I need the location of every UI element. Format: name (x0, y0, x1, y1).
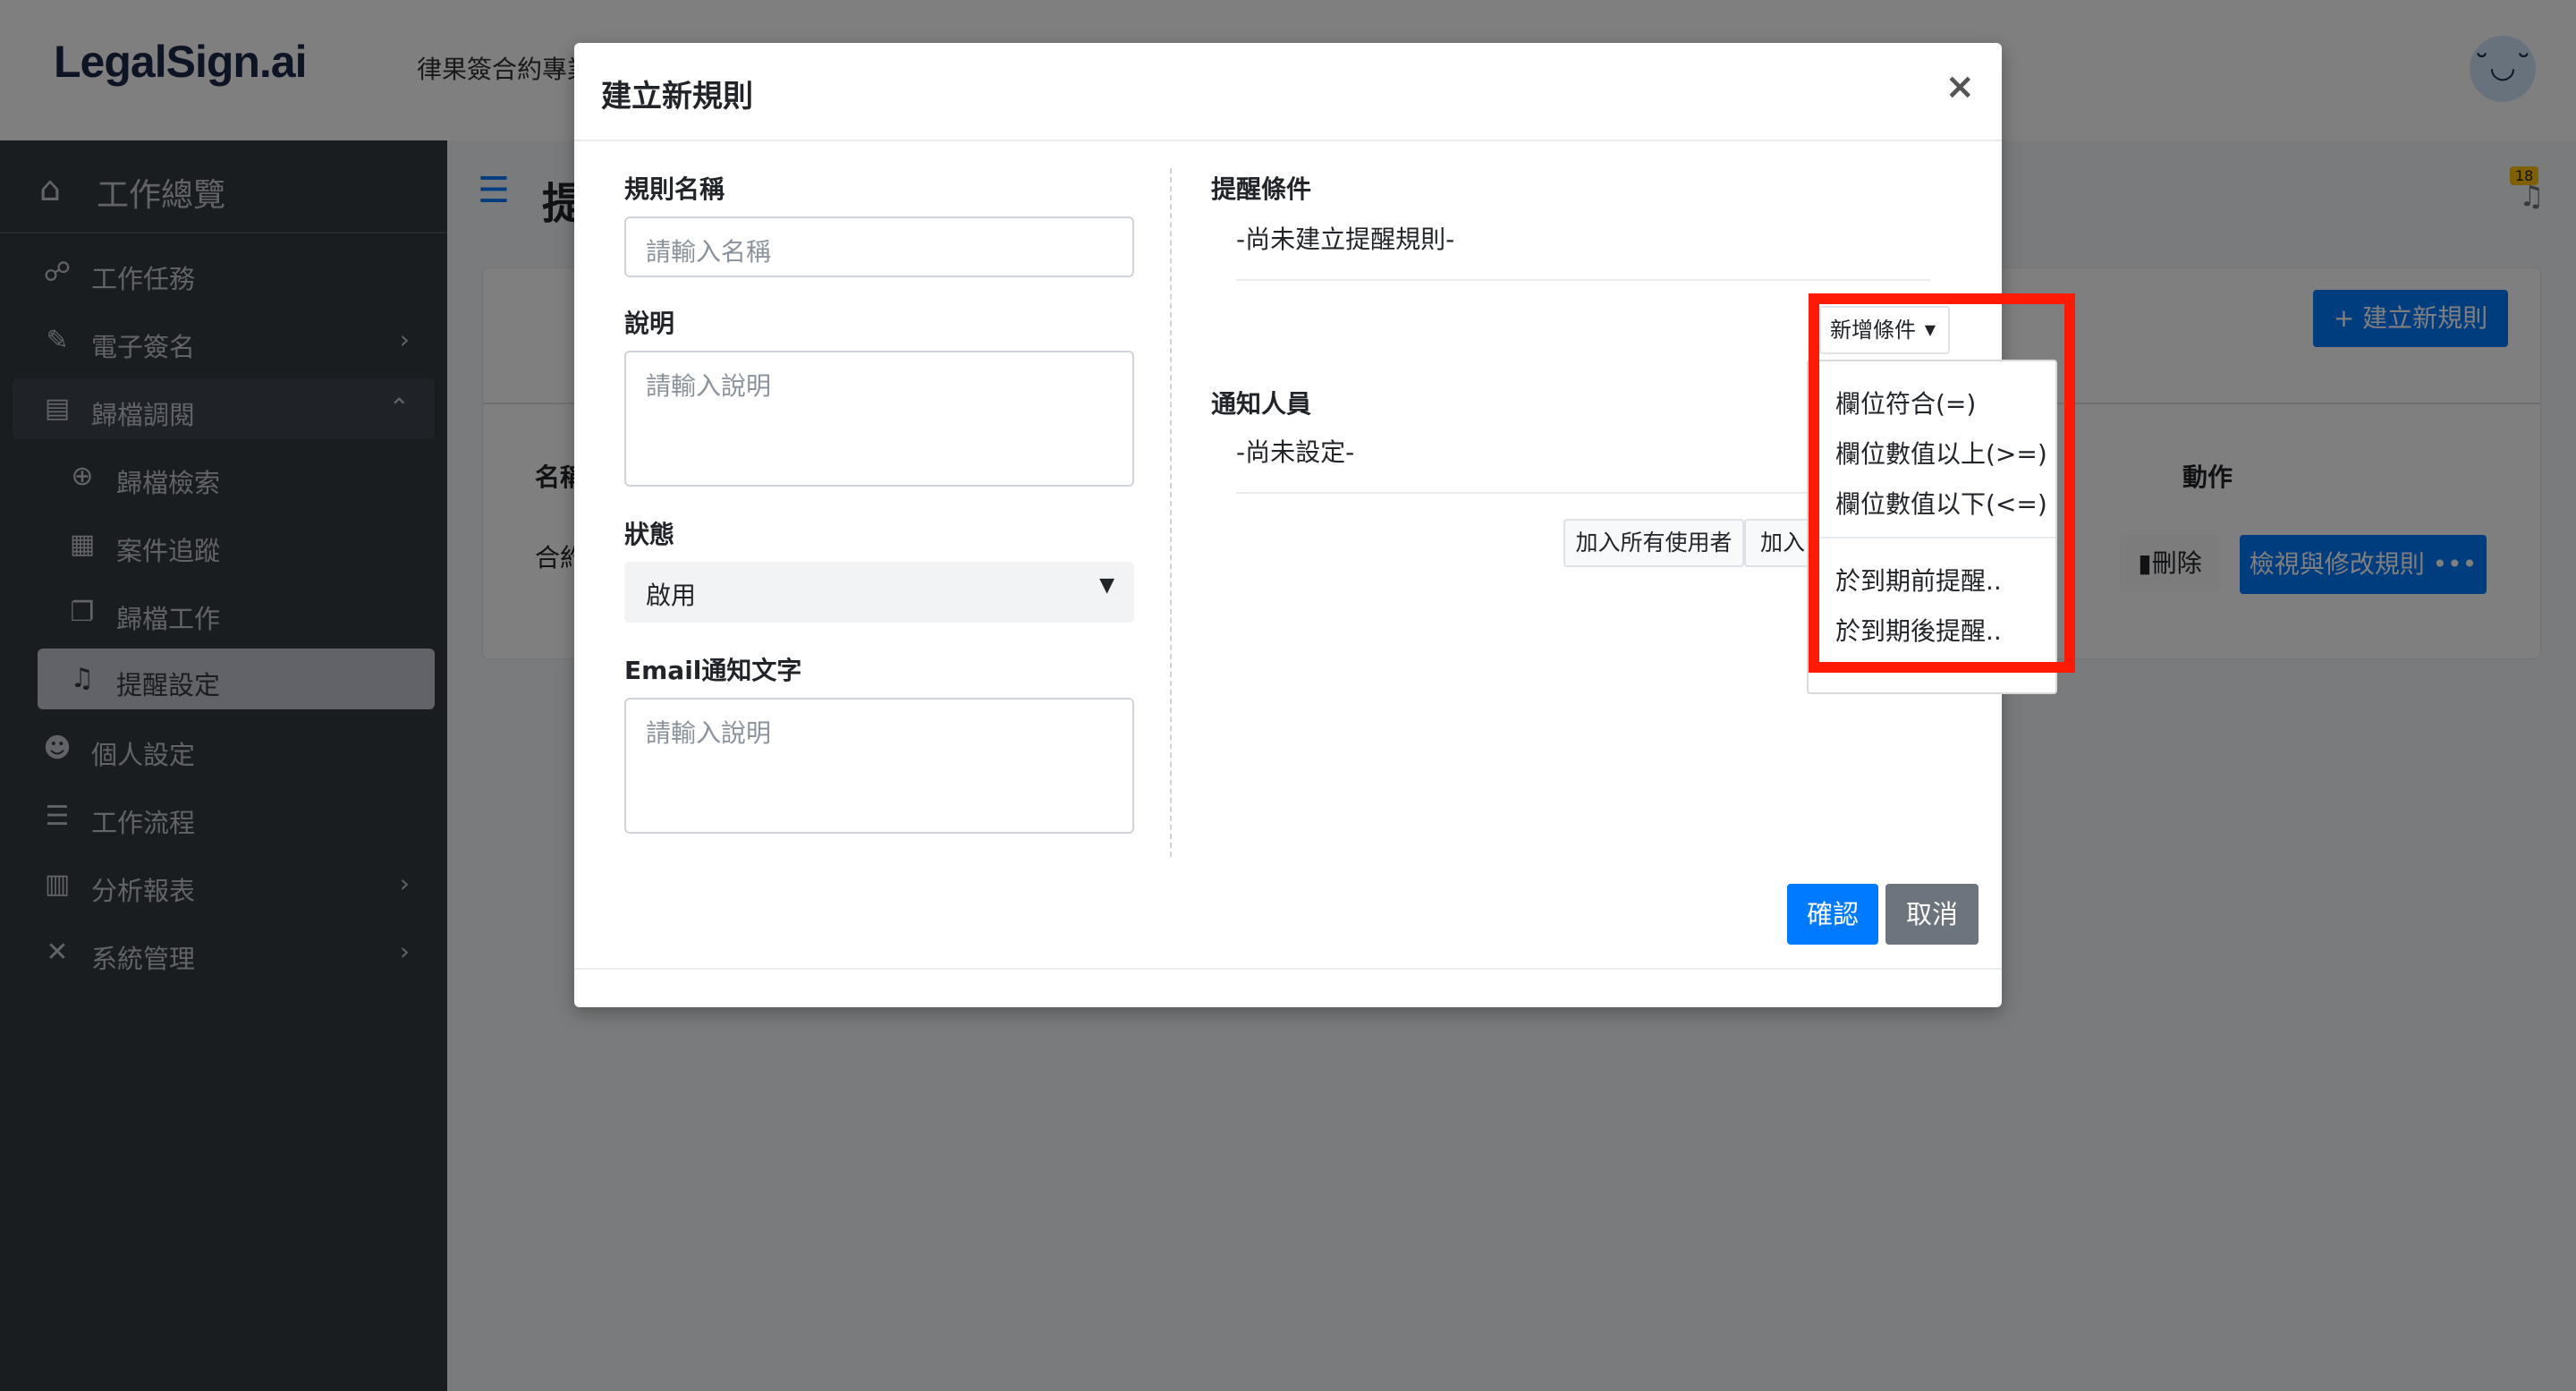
close-icon[interactable]: × (1945, 66, 1975, 107)
cancel-button[interactable]: 取消 (1885, 884, 1979, 945)
rule-name-label: 規則名稱 (624, 174, 725, 204)
status-select[interactable]: 啟用 ▼ (624, 562, 1134, 623)
email-text-textarea[interactable]: 請輸入說明 (624, 698, 1134, 834)
email-text-label: Email通知文字 (624, 656, 802, 685)
add-all-users-button[interactable]: 加入所有使用者 (1563, 519, 1744, 567)
notify-label: 通知人員 (1211, 389, 1312, 419)
annotation-highlight-box (1809, 293, 2075, 673)
modal-title: 建立新規則 (601, 79, 753, 115)
description-label: 說明 (624, 309, 675, 338)
conditions-divider (1236, 279, 1930, 281)
conditions-empty-text: -尚未建立提醒規則- (1236, 225, 1455, 254)
create-rule-modal: 建立新規則 × 規則名稱 請輸入名稱 說明 請輸入說明 狀態 啟用 ▼ Emai… (574, 43, 2057, 1007)
description-textarea[interactable]: 請輸入說明 (624, 351, 1134, 487)
modal-footer-divider (574, 968, 2002, 970)
rule-name-input[interactable]: 請輸入名稱 (624, 216, 1134, 277)
confirm-button[interactable]: 確認 (1787, 884, 1878, 945)
column-divider (1170, 168, 1172, 857)
notify-empty-text: -尚未設定- (1236, 437, 1355, 467)
caret-down-icon: ▼ (1099, 574, 1114, 597)
status-value: 啟用 (646, 581, 697, 610)
status-label: 狀態 (624, 520, 675, 549)
conditions-label: 提醒條件 (1211, 174, 1312, 204)
modal-header: 建立新規則 × (574, 43, 2002, 141)
